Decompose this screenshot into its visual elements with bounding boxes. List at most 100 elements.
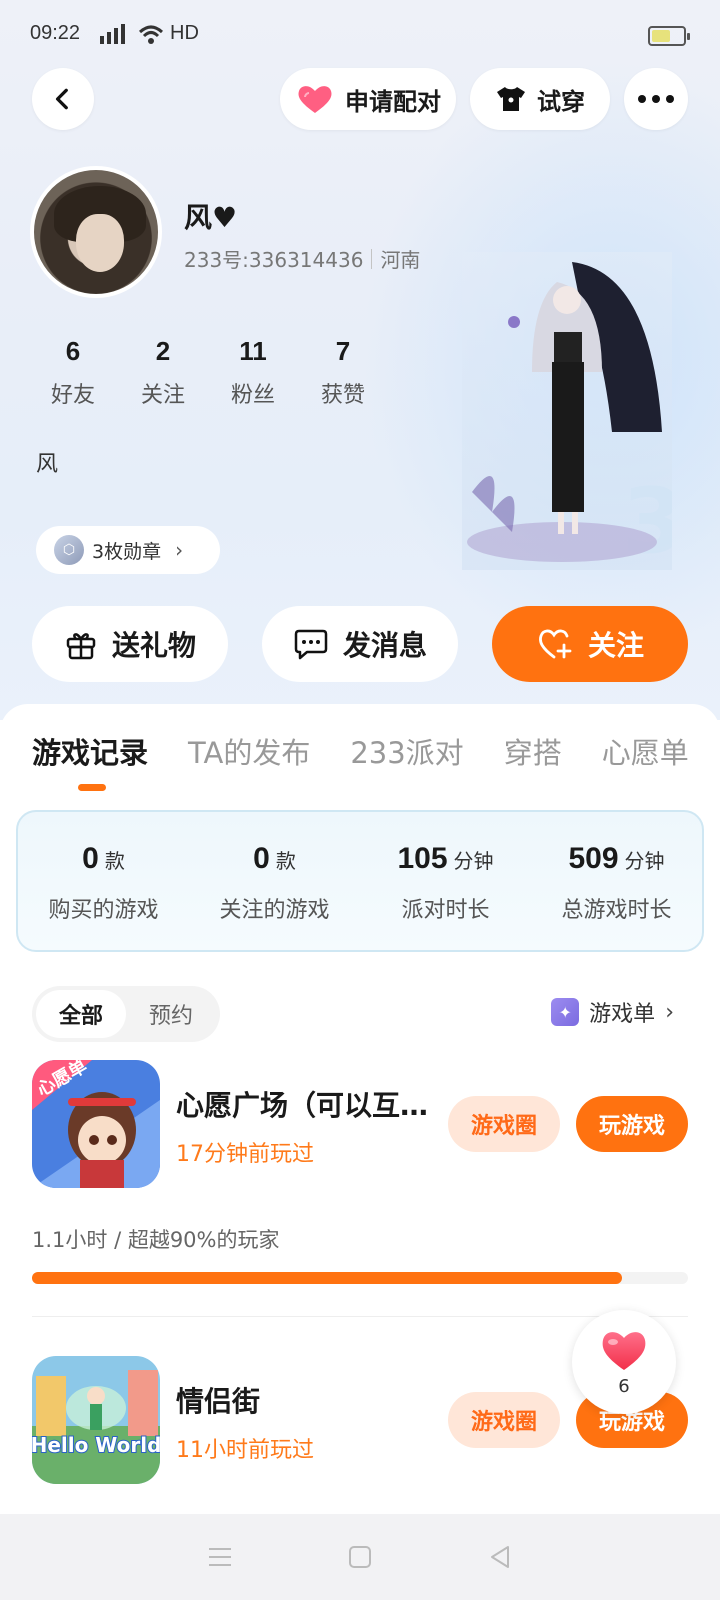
tab-outfits[interactable]: 穿搭 [504,730,562,772]
like-count: 6 [618,1375,630,1397]
game-playtime-text: 1.1小时 / 超越90%的玩家 [32,1228,280,1252]
more-dots-icon [638,95,674,103]
summary-label: 购买的游戏 [48,898,159,923]
stat-fans[interactable]: 11 粉丝 [208,336,298,409]
stat-likes[interactable]: 7 获赞 [298,336,388,409]
game-last-played: 11小时前玩过 [176,1438,314,1463]
summary-unit: 款 [104,849,125,873]
summary-value: 105 [397,842,448,875]
heart-icon [298,86,332,113]
medal-icon: ⬡ [54,535,84,565]
profile-stats: 6 好友 2 关注 11 粉丝 7 获赞 [28,336,388,409]
summary-label: 派对时长 [401,898,490,923]
shirt-icon [497,87,525,111]
bio-text: 风 [36,452,59,477]
try-on-button[interactable]: 试穿 [470,68,610,130]
game-icon-text: Hello World [32,1433,160,1457]
signal-icon [100,24,125,44]
menu-icon[interactable] [206,1543,234,1571]
uid-row: 233号:336314436 河南 [184,244,420,273]
avatar-character-art[interactable]: 3 [462,252,672,570]
summary-followed: 0款 关注的游戏 [189,812,360,950]
play-game-button[interactable]: 玩游戏 [576,1096,688,1152]
stat-value: 2 [155,336,171,366]
playtime-progress-bar [32,1272,688,1284]
status-bar: 09:22 HD [0,0,720,72]
back-triangle-icon[interactable] [486,1543,514,1571]
chat-bubble-icon [294,629,328,660]
playtime-progress-fill [32,1272,623,1284]
like-fab-button[interactable]: 6 [572,1310,676,1414]
stat-label: 获赞 [320,383,365,408]
battery-icon [648,26,690,46]
summary-unit: 款 [275,849,296,873]
nickname: 风♥ [184,201,238,234]
summary-party-time: 105 分钟 派对时长 [360,812,531,950]
system-nav-bar [0,1514,720,1600]
tab-233-party[interactable]: 233派对 [350,730,463,772]
game-circle-button[interactable]: 游戏圈 [448,1096,560,1152]
send-message-label: 发消息 [342,629,427,662]
try-on-label: 试穿 [537,87,585,116]
stat-following[interactable]: 2 关注 [118,336,208,409]
game-icon-couple-street[interactable]: Hello World [32,1356,160,1484]
heart-plus-icon [539,629,572,659]
hd-indicator: HD [170,22,199,44]
chevron-right-icon: › [175,538,184,562]
tab-game-records[interactable]: 游戏记录 [32,730,148,772]
more-options-button[interactable] [624,68,688,130]
follow-button[interactable]: 关注 [492,606,688,682]
region-text: 河南 [380,248,421,272]
summary-label: 总游戏时长 [561,898,672,923]
request-pair-button[interactable]: 申请配对 [280,68,456,130]
game-title[interactable]: 情侣街 [176,1380,426,1420]
request-pair-label: 申请配对 [345,87,441,116]
game-list-link[interactable]: ✦ 游戏单 › [551,996,674,1028]
avatar[interactable] [30,166,162,298]
summary-total-time: 509 分钟 总游戏时长 [531,812,702,950]
game-list-label: 游戏单 [589,1002,656,1027]
back-arrow-icon [55,88,68,110]
tab-posts[interactable]: TA的发布 [188,730,310,772]
stat-value: 11 [239,336,267,366]
game-last-played: 17分钟前玩过 [176,1142,314,1167]
summary-value: 0 [253,842,270,875]
game-circle-button[interactable]: 游戏圈 [448,1392,560,1448]
record-filter-toggle: 全部 预约 [32,986,220,1042]
summary-value: 0 [82,842,99,875]
badges-button[interactable]: ⬡ 3枚勋章 › [36,526,220,574]
summary-unit: 分钟 [453,849,494,873]
filter-reserved[interactable]: 预约 [126,990,216,1038]
stat-value: 7 [335,336,351,366]
game-icon-wish-square[interactable]: 心愿单 [32,1060,160,1188]
summary-value: 509 [568,842,619,875]
divider [32,1316,688,1317]
stat-label: 粉丝 [230,383,275,408]
gift-icon [66,633,96,660]
follow-label: 关注 [587,629,644,662]
uid-text: 233号:336314436 [184,248,364,272]
back-button[interactable] [32,68,94,130]
home-square-icon[interactable] [346,1543,374,1571]
filter-all[interactable]: 全部 [36,990,126,1038]
stat-value: 6 [65,336,81,366]
summary-purchased: 0款 购买的游戏 [18,812,189,950]
stat-label: 关注 [140,383,185,408]
active-tab-indicator [78,784,106,791]
send-gift-label: 送礼物 [111,629,196,662]
status-time: 09:22 [30,22,81,44]
send-message-button[interactable]: 发消息 [262,606,458,682]
stat-friends[interactable]: 6 好友 [28,336,118,409]
chevron-right-icon: › [665,999,674,1025]
summary-label: 关注的游戏 [219,898,330,923]
badges-label: 3枚勋章 [92,540,162,563]
heart-icon [602,1331,646,1370]
wifi-icon [138,25,164,44]
game-title[interactable]: 心愿广场（可以互… [176,1084,426,1124]
game-summary-panel: 0款 购买的游戏 0款 关注的游戏 105 分钟 派对时长 509 分钟 总游戏时长 [16,810,704,952]
profile-tabs: 游戏记录 TA的发布 233派对 穿搭 心愿单 [32,730,720,772]
send-gift-button[interactable]: 送礼物 [32,606,228,682]
stat-label: 好友 [50,383,95,408]
summary-unit: 分钟 [624,849,665,873]
tab-wishlist[interactable]: 心愿单 [602,730,689,772]
